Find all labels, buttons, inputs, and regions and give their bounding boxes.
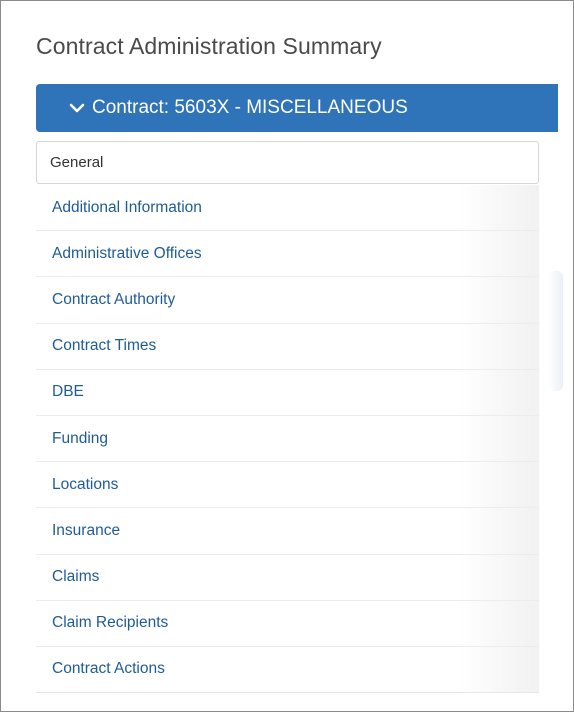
scroll-shadow — [549, 271, 563, 391]
tab-general-label: General — [50, 154, 104, 171]
section-link-label: Contract Actions — [52, 660, 165, 678]
section-link-label: Insurance — [52, 521, 121, 539]
section-link-administrative-offices[interactable]: Administrative Offices — [36, 231, 539, 278]
section-link-label: Administrative Offices — [52, 244, 202, 262]
page-title: Contract Administration Summary — [36, 33, 382, 59]
section-link-claim-recipients[interactable]: Claim Recipients — [36, 601, 539, 647]
section-link-additional-information[interactable]: Additional Information — [36, 185, 539, 232]
contract-label: Contract: 5603X - MISCELLANEOUS — [92, 97, 408, 118]
contract-collapse-toggle[interactable]: Contract: 5603X - MISCELLANEOUS — [36, 84, 558, 132]
section-link-label: Contract Times — [52, 337, 157, 355]
section-link-funding[interactable]: Funding — [36, 416, 539, 463]
section-link-label: Locations — [52, 475, 119, 493]
section-link-claims[interactable]: Claims — [36, 555, 539, 601]
section-link-contract-times[interactable]: Contract Times — [36, 324, 539, 370]
section-list: Additional Information Administrative Of… — [36, 185, 539, 694]
section-link-contract-authority[interactable]: Contract Authority — [36, 277, 539, 324]
window-frame: Contract Administration Summary Contract… — [0, 0, 574, 712]
chevron-down-icon — [69, 103, 85, 113]
section-link-label: Claim Recipients — [52, 614, 169, 632]
section-link-label: Funding — [52, 429, 109, 447]
section-link-dbe[interactable]: DBE — [36, 370, 539, 416]
section-link-contract-actions[interactable]: Contract Actions — [36, 647, 539, 694]
section-link-label: Claims — [52, 568, 100, 586]
tab-general[interactable]: General — [36, 141, 539, 184]
section-link-insurance[interactable]: Insurance — [36, 508, 539, 555]
section-link-label: Contract Authority — [52, 290, 176, 308]
section-link-locations[interactable]: Locations — [36, 462, 539, 509]
section-link-label: Additional Information — [52, 198, 202, 216]
section-link-label: DBE — [52, 383, 84, 401]
